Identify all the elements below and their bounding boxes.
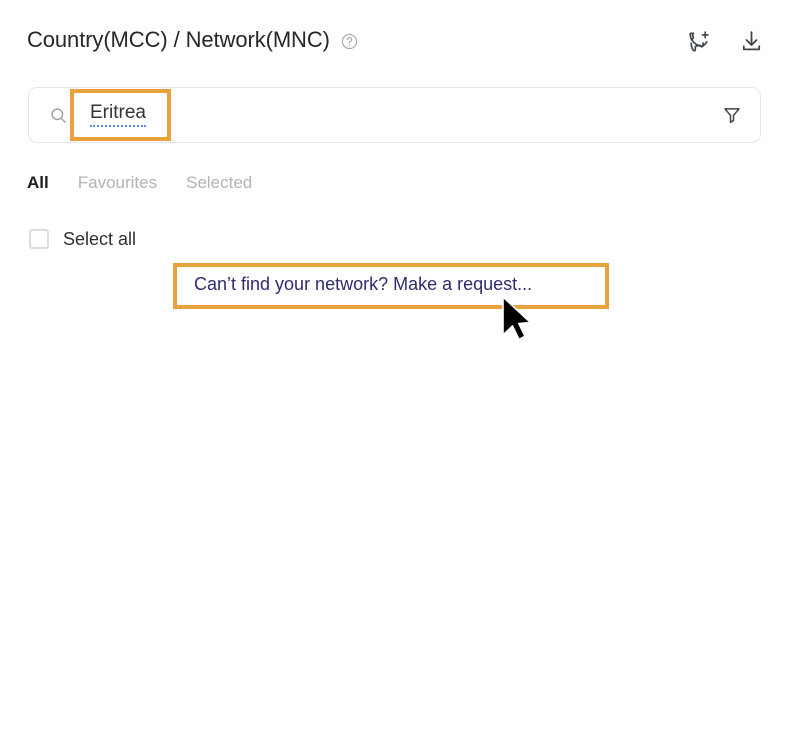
title-group: Country(MCC) / Network(MNC) — [27, 27, 358, 52]
search-input-value: Eritrea — [90, 103, 146, 127]
tab-selected[interactable]: Selected — [186, 174, 252, 191]
search-row: Eritrea — [28, 87, 761, 143]
page-header: Country(MCC) / Network(MNC) — [0, 0, 786, 88]
select-all-checkbox[interactable] — [29, 229, 49, 249]
select-all-row[interactable]: Select all — [29, 229, 136, 249]
download-icon[interactable] — [738, 28, 764, 54]
filter-funnel-icon[interactable] — [722, 105, 742, 125]
filter-tabs: All Favourites Selected — [27, 174, 252, 191]
search-input[interactable]: Eritrea — [28, 87, 761, 143]
search-value-slot[interactable]: Eritrea — [68, 88, 722, 142]
help-circle-icon[interactable] — [341, 33, 358, 50]
select-all-label: Select all — [63, 229, 137, 249]
header-actions — [686, 28, 764, 54]
search-icon — [49, 106, 68, 125]
tab-favourites[interactable]: Favourites — [78, 174, 157, 191]
make-request-link[interactable]: Can’t find your network? Make a request.… — [194, 275, 532, 293]
tab-all[interactable]: All — [27, 174, 49, 191]
phone-plus-icon[interactable] — [686, 28, 712, 54]
page-title: Country(MCC) / Network(MNC) — [27, 27, 330, 52]
